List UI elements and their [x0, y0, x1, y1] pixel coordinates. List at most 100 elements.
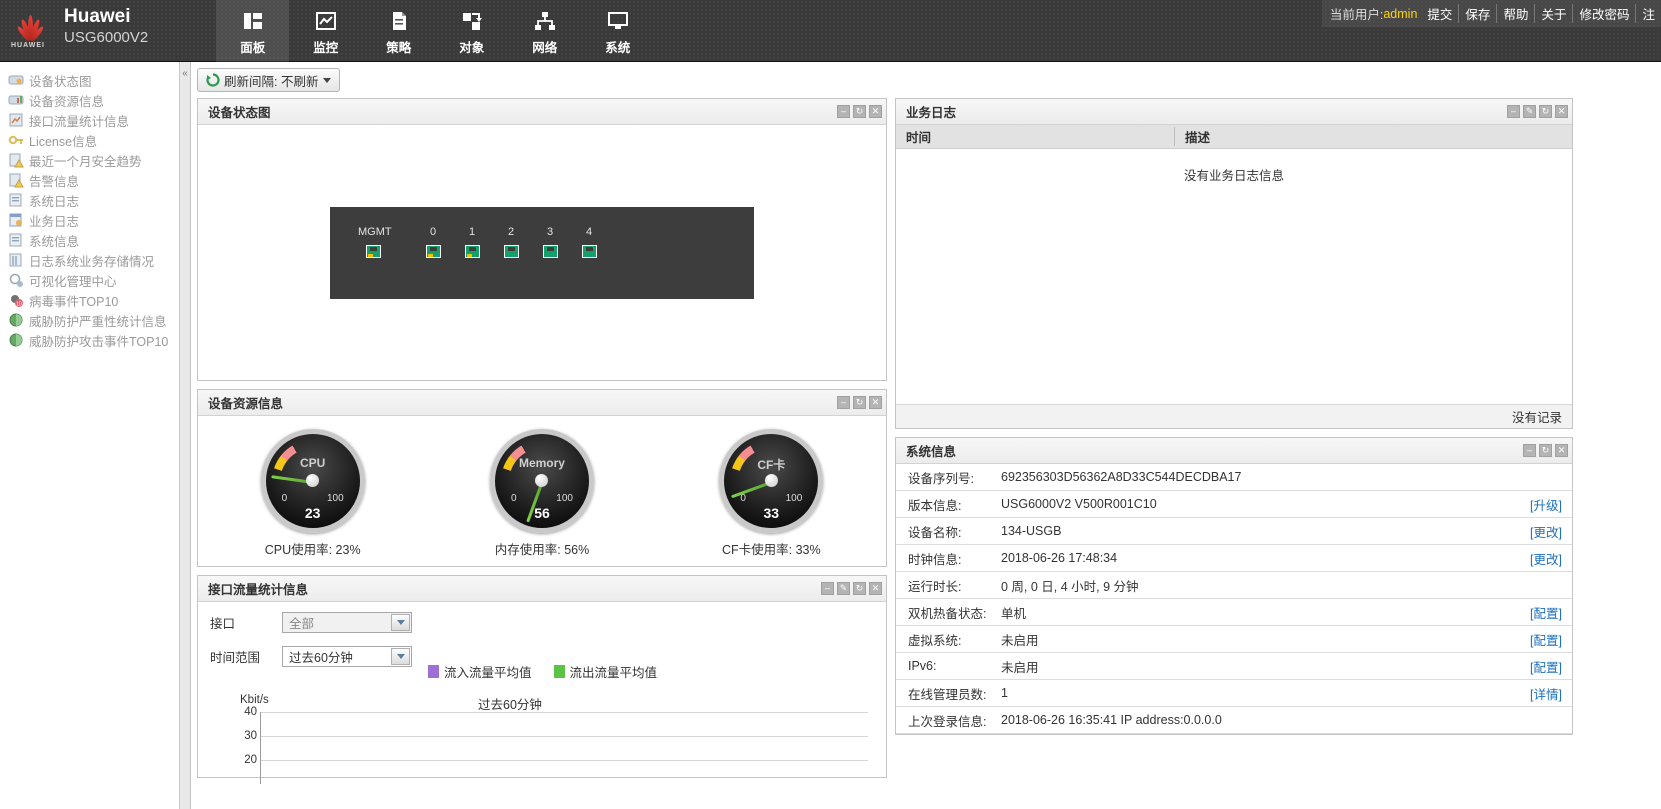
refresh-icon[interactable]: ↻	[1539, 444, 1552, 457]
sidebar-item-security-trend[interactable]: 最近一个月安全趋势	[0, 150, 179, 170]
column-header-time[interactable]: 时间	[896, 127, 1174, 146]
nav-tab-object[interactable]: 对象	[435, 0, 508, 62]
service-log-panel: 业务日志 – ✎ ↻ ✕ 时间 描述 没有业务日志信息 没有记录	[895, 98, 1573, 429]
online-admins-detail-link[interactable]: [详情]	[1530, 684, 1562, 703]
chart-y-unit: Kbit/s	[240, 694, 269, 706]
sidebar-item-system-log[interactable]: 系统日志	[0, 190, 179, 210]
minimize-icon[interactable]: –	[837, 396, 850, 409]
network-icon	[532, 8, 558, 34]
nav-tab-panel[interactable]: 面板	[216, 0, 290, 62]
chart-y-tick: 40	[244, 706, 257, 718]
port-label: 0	[429, 225, 437, 238]
sidebar-item-system-info[interactable]: 系统信息	[0, 230, 179, 250]
logout-link[interactable]: 注	[1635, 4, 1661, 23]
row-value: 2018-06-26 16:35:41 IP address:0.0.0.0	[1001, 713, 1222, 727]
virus-event-icon: 10	[8, 292, 24, 308]
sidebar-item-interface-traffic[interactable]: 接口流量统计信息	[0, 110, 179, 130]
configure-ha-link[interactable]: [配置]	[1530, 603, 1562, 622]
close-icon[interactable]: ✕	[869, 396, 882, 409]
change-device-name-link[interactable]: [更改]	[1530, 522, 1562, 541]
sidebar-item-threat-attack-top10[interactable]: 威胁防护攻击事件TOP10	[0, 330, 179, 350]
nav-label: 网络	[532, 41, 558, 55]
configure-ipv6-link[interactable]: [配置]	[1530, 657, 1562, 676]
close-icon[interactable]: ✕	[869, 105, 882, 118]
system-info-row-clock: 时钟信息: 2018-06-26 17:48:34 [更改]	[896, 545, 1572, 572]
sidebar-item-threat-severity[interactable]: 威胁防护严重性统计信息	[0, 310, 179, 330]
edit-icon[interactable]: ✎	[837, 582, 850, 595]
panel-header: 系统信息 – ↻ ✕	[896, 438, 1572, 464]
minimize-icon[interactable]: –	[837, 105, 850, 118]
column-header-description[interactable]: 描述	[1174, 127, 1572, 146]
panel-tools: – ✎ ↻ ✕	[1507, 105, 1568, 118]
gauge-value: 33	[763, 504, 780, 521]
configure-virtual-system-link[interactable]: [配置]	[1530, 630, 1562, 649]
visual-manage-icon	[8, 272, 24, 288]
port-0[interactable]: 0	[418, 225, 448, 258]
close-icon[interactable]: ✕	[869, 582, 882, 595]
port-2[interactable]: 2	[496, 225, 526, 258]
interface-traffic-panel: 接口流量统计信息 – ✎ ↻ ✕ 接口 全部 时间范围 过去60分钟 流入流量平…	[197, 575, 887, 784]
interface-label: 接口	[210, 617, 236, 631]
sidebar-item-log-storage[interactable]: 日志系统业务存储情况	[0, 250, 179, 270]
refresh-interval-button[interactable]: 刷新间隔: 不刷新	[197, 68, 341, 92]
rj45-icon	[365, 244, 381, 258]
panel-title: 设备状态图	[208, 106, 271, 120]
close-icon[interactable]: ✕	[1555, 105, 1568, 118]
gauge-dial: Memory 0 100 56	[489, 428, 594, 533]
mgmt-port-group: MGMT	[358, 225, 392, 258]
edit-icon[interactable]: ✎	[1523, 105, 1536, 118]
service-log-empty-text: 没有业务日志信息	[1183, 169, 1284, 183]
change-clock-link[interactable]: [更改]	[1530, 549, 1562, 568]
refresh-toolbar: 刷新间隔: 不刷新	[197, 68, 1653, 92]
nav-tab-monitor[interactable]: 监控	[289, 0, 362, 62]
row-key: 时钟信息:	[908, 552, 962, 567]
change-password-link[interactable]: 修改密码	[1572, 4, 1635, 23]
current-user-label: 当前用户:	[1329, 8, 1384, 22]
gauge-max-label: 100	[556, 492, 573, 504]
save-link[interactable]: 保存	[1458, 4, 1496, 23]
upgrade-link[interactable]: [升级]	[1530, 495, 1562, 514]
device-status-panel: 设备状态图 – ↻ ✕ MGMT 0 1 2 3 4	[197, 98, 887, 381]
minimize-icon[interactable]: –	[1523, 444, 1536, 457]
sidebar-item-device-status[interactable]: 设备状态图	[0, 70, 179, 90]
gauge-dial: CPU 0 100 23	[260, 428, 365, 533]
monitor-icon	[313, 8, 339, 34]
sidebar-item-license[interactable]: License信息	[0, 130, 179, 150]
timerange-label: 时间范围	[210, 651, 261, 665]
sidebar-item-visual-center[interactable]: 可视化管理中心	[0, 270, 179, 290]
nav-tab-system[interactable]: 系统	[581, 0, 654, 62]
sidebar-item-service-log[interactable]: 业务日志	[0, 210, 179, 230]
submit-link[interactable]: 提交	[1421, 4, 1458, 23]
refresh-icon[interactable]: ↻	[853, 582, 866, 595]
close-icon[interactable]: ✕	[1555, 444, 1568, 457]
chevron-down-icon	[391, 648, 410, 665]
brand-name: Huawei	[64, 6, 131, 27]
row-value: 134-USGB	[1001, 524, 1062, 538]
sidebar-item-device-resource[interactable]: 设备资源信息	[0, 90, 179, 110]
minimize-icon[interactable]: –	[1507, 105, 1520, 118]
about-link[interactable]: 关于	[1534, 4, 1572, 23]
port-mgmt[interactable]: MGMT	[358, 225, 392, 258]
nav-tab-network[interactable]: 网络	[508, 0, 581, 62]
port-1[interactable]: 1	[457, 225, 487, 258]
sidebar-item-virus-top10[interactable]: 10 病毒事件TOP10	[0, 290, 179, 310]
panel-title: 接口流量统计信息	[208, 583, 309, 597]
legend-item-inbound: 流入流量平均值	[428, 662, 532, 681]
help-link[interactable]: 帮助	[1496, 4, 1534, 23]
row-value: 692356303D56362A8D33C544DECDBA17	[1001, 470, 1242, 484]
sidebar-collapse-handle[interactable]: «	[180, 62, 191, 809]
refresh-icon[interactable]: ↻	[853, 396, 866, 409]
minimize-icon[interactable]: –	[821, 582, 834, 595]
refresh-icon[interactable]: ↻	[1539, 105, 1552, 118]
sidebar-item-label: 系统日志	[29, 194, 80, 209]
port-4[interactable]: 4	[574, 225, 604, 258]
right-column: 业务日志 – ✎ ↻ ✕ 时间 描述 没有业务日志信息 没有记录 系统信息 – …	[895, 98, 1573, 786]
sidebar-item-alarm[interactable]: 告警信息	[0, 170, 179, 190]
interface-select[interactable]: 全部	[282, 612, 412, 633]
main-navigation: 面板 监控 策略 对象 网络 系统	[216, 0, 654, 62]
port-3[interactable]: 3	[535, 225, 565, 258]
timerange-select[interactable]: 过去60分钟	[282, 646, 412, 667]
nav-tab-policy[interactable]: 策略	[362, 0, 435, 62]
system-info-row-online-admins: 在线管理员数: 1 [详情]	[896, 680, 1572, 707]
refresh-icon[interactable]: ↻	[853, 105, 866, 118]
